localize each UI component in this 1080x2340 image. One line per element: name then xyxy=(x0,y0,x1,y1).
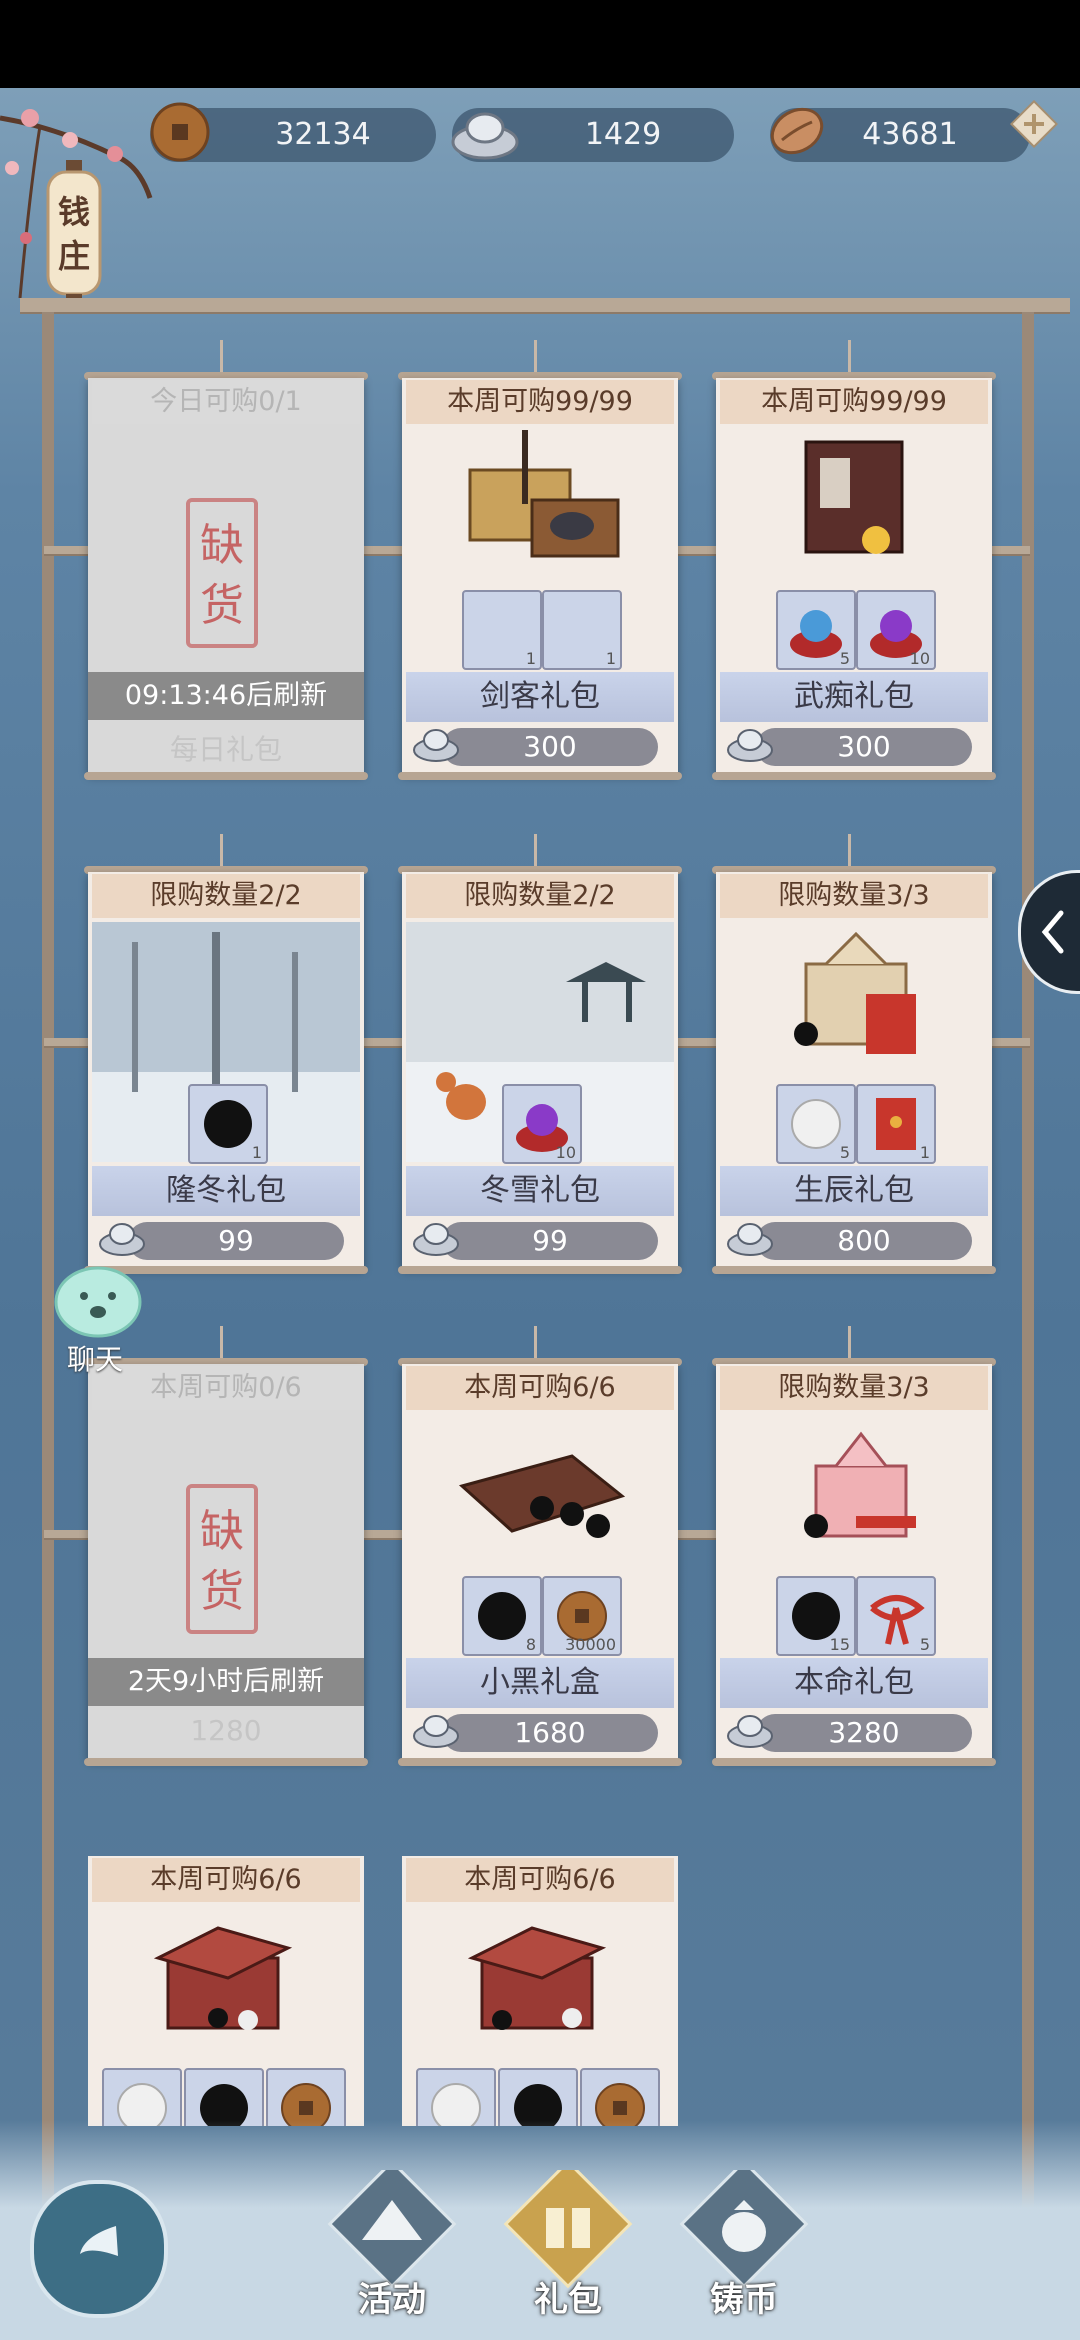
silver-ingot-icon xyxy=(727,1223,773,1256)
chest-icon xyxy=(468,430,620,558)
gift-name: 小黑礼盒 xyxy=(480,1665,600,1700)
refresh-timer: 2天9小时后刷新 xyxy=(88,1658,364,1706)
gift-name: 隆冬礼包 xyxy=(166,1173,286,1208)
gift-card-benming[interactable]: 限购数量3/3 15 5 本命礼包 3280 xyxy=(712,1326,996,1766)
item-copper-coin[interactable] xyxy=(580,2068,660,2126)
purchase-limit: 本周可购6/6 xyxy=(92,1858,360,1902)
back-button[interactable] xyxy=(30,2180,168,2318)
item-black-stone[interactable]: 15 xyxy=(776,1576,856,1656)
silver-value: 1429 xyxy=(584,117,662,152)
frame-post-right xyxy=(1022,312,1034,2340)
item-black-stone[interactable]: 8 xyxy=(462,1576,542,1656)
purchase-limit: 限购数量2/2 xyxy=(92,874,360,918)
item-chest[interactable]: 1 xyxy=(462,590,542,670)
nav-minting[interactable]: 铸币 xyxy=(674,2159,814,2320)
gift-bundle-icon xyxy=(794,931,916,1054)
item-copper-coin[interactable] xyxy=(266,2068,346,2126)
go-chest-icon xyxy=(467,1926,607,2030)
purchase-limit: 今日可购0/1 xyxy=(92,380,360,424)
purchase-limit: 本周可购99/99 xyxy=(720,380,988,424)
nav-minting-label: 铸币 xyxy=(710,2280,778,2320)
item-white-stone[interactable] xyxy=(416,2068,496,2126)
silver-ingot-icon xyxy=(413,1715,459,1748)
item-red-ribbon[interactable]: 5 xyxy=(856,1576,936,1656)
buy-price-button[interactable]: 300 xyxy=(442,728,658,766)
gift-name: 冬雪礼包 xyxy=(480,1173,600,1208)
gift-card-xiaohei[interactable]: 本周可购6/6 8 30000 小黑礼盒 1680 xyxy=(398,1326,682,1766)
chat-bubble-icon xyxy=(54,1266,142,1338)
qianzhuang-lantern: 钱庄 xyxy=(44,160,104,310)
copper-coin-value: 32134 xyxy=(275,117,371,152)
sold-out-stamp: 缺货 xyxy=(186,1484,258,1634)
price-faded: 1280 xyxy=(190,1714,262,1747)
item-copper-coin[interactable]: 30000 xyxy=(542,1576,622,1656)
shell-value: 43681 xyxy=(862,117,958,152)
refresh-timer: 09:13:46后刷新 xyxy=(88,672,364,720)
item-black-stone[interactable] xyxy=(184,2068,264,2126)
copper-coin-icon xyxy=(150,102,210,162)
gift-card-jianke[interactable]: 本周可购99/99 1 1 剑客礼包 300 xyxy=(398,340,682,780)
nav-activity-label: 活动 xyxy=(358,2280,426,2320)
gift-card-go-set-1[interactable]: 本周可购6/6 xyxy=(88,1856,364,2126)
purchase-limit: 限购数量2/2 xyxy=(406,874,674,918)
buy-price-button[interactable]: 800 xyxy=(756,1222,972,1260)
lantern-text: 钱庄 xyxy=(57,193,90,275)
silver-ingot-icon xyxy=(451,112,519,160)
pink-gift-icon xyxy=(804,1431,916,1538)
item-blue-orb[interactable]: 5 xyxy=(776,590,856,670)
chat-label: 聊天 xyxy=(66,1343,123,1376)
silver-ingot-icon xyxy=(727,729,773,762)
back-arrow-icon xyxy=(80,2226,118,2256)
item-black-stone[interactable] xyxy=(498,2068,578,2126)
nav-activity[interactable]: 活动 xyxy=(322,2159,462,2320)
item-white-stone[interactable]: 5 xyxy=(776,1084,856,1164)
buy-price-button[interactable]: 300 xyxy=(756,728,972,766)
side-panel-toggle[interactable] xyxy=(1018,870,1080,994)
chevron-left-icon xyxy=(1041,910,1064,954)
gift-name: 剑客礼包 xyxy=(480,679,600,714)
purchase-limit: 本周可购6/6 xyxy=(406,1858,674,1902)
gift-name: 生辰礼包 xyxy=(794,1173,914,1208)
item-black-stone[interactable]: 1 xyxy=(188,1084,268,1164)
buy-price-button[interactable]: 1680 xyxy=(442,1714,658,1752)
silver-ingot-icon xyxy=(99,1223,145,1256)
item-red-envelope[interactable]: 1 xyxy=(856,1084,936,1164)
gift-card-soldout: 本周可购0/6 缺货 2天9小时后刷新 1280 xyxy=(84,1326,368,1766)
purchase-limit: 限购数量3/3 xyxy=(720,1366,988,1410)
add-currency-button[interactable] xyxy=(1010,100,1058,148)
sold-out-stamp: 缺货 xyxy=(186,498,258,648)
shell-icon xyxy=(770,107,824,155)
chat-button[interactable]: 聊天 xyxy=(40,1260,150,1380)
gift-card-shengchen[interactable]: 限购数量3/3 5 1 生辰礼包 800 xyxy=(712,834,996,1274)
status-bar xyxy=(0,0,1080,88)
gift-card-go-set-2[interactable]: 本周可购6/6 xyxy=(402,1856,678,2126)
silver-ingot-icon xyxy=(413,729,459,762)
nav-gift-label: 礼包 xyxy=(534,2280,602,2320)
go-box-icon xyxy=(458,1454,626,1538)
gift-card-daily: 今日可购0/1 缺货 09:13:46后刷新 每日礼包 xyxy=(84,340,368,780)
item-white-stone[interactable] xyxy=(102,2068,182,2126)
gift-name: 本命礼包 xyxy=(794,1665,914,1700)
purchase-limit: 本周可购6/6 xyxy=(406,1366,674,1410)
buy-price-button[interactable]: 99 xyxy=(128,1222,344,1260)
gift-card-wuchi[interactable]: 本周可购99/99 5 10 武痴礼包 300 xyxy=(712,340,996,780)
gift-name: 武痴礼包 xyxy=(794,679,914,714)
item-purple-orb[interactable]: 10 xyxy=(856,590,936,670)
gift-card-dongxue[interactable]: 限购数量2/2 10 冬雪礼包 99 xyxy=(398,834,682,1274)
item-box[interactable]: 1 xyxy=(542,590,622,670)
item-purple-orb[interactable]: 10 xyxy=(502,1084,582,1164)
gift-card-longdong[interactable]: 限购数量2/2 1 隆冬礼包 99 xyxy=(84,834,368,1274)
frame-beam xyxy=(20,298,1070,312)
buy-price-button[interactable]: 99 xyxy=(442,1222,658,1260)
gift-name: 每日礼包 xyxy=(169,733,282,766)
purchase-limit: 本周可购99/99 xyxy=(406,380,674,424)
nav-gift[interactable]: 礼包 xyxy=(498,2159,638,2320)
buy-price-button[interactable]: 3280 xyxy=(756,1714,972,1752)
go-chest-icon xyxy=(153,1926,293,2030)
cabinet-icon xyxy=(804,440,904,554)
purchase-limit: 限购数量3/3 xyxy=(720,874,988,918)
silver-ingot-icon xyxy=(727,1715,773,1748)
silver-ingot-icon xyxy=(413,1223,459,1256)
